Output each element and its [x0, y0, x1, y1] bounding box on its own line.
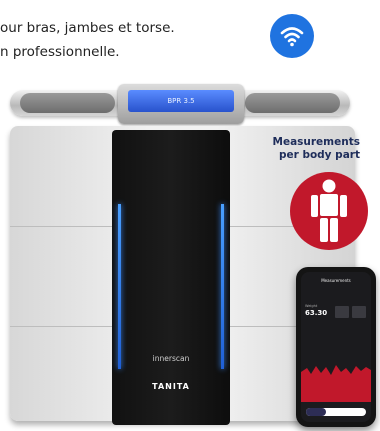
blue-light-strip [221, 204, 224, 369]
app-stat-value: 63.30 [305, 309, 328, 317]
body-composition-scale: BPR 3.5 innerscan TANITA Measurements pe… [0, 70, 380, 431]
body-segments-icon [290, 172, 368, 250]
brand-logo: TANITA [152, 382, 190, 391]
app-toggle-thumb [306, 408, 326, 416]
feature-label-line-2: per body part [278, 149, 360, 161]
left-grip [20, 93, 115, 113]
wifi-icon [270, 14, 314, 58]
lcd-screen: BPR 3.5 [128, 90, 234, 112]
app-stat-label: Weight [305, 304, 318, 308]
caption-line-1: our bras, jambes et torse. [0, 20, 175, 36]
smartphone: Measurements Weight 63.30 [296, 267, 376, 427]
display-unit: BPR 3.5 [118, 84, 244, 124]
right-grip [245, 93, 340, 113]
app-header: Measurements [321, 278, 351, 283]
app-area-chart [301, 365, 371, 402]
app-tile [352, 306, 366, 318]
center-panel: innerscan TANITA [112, 130, 230, 425]
caption-line-2: n professionnelle. [0, 44, 120, 60]
product-name: innerscan [152, 354, 190, 363]
app-tile [335, 306, 349, 318]
feature-label-line-1: Measurements [272, 136, 361, 148]
phone-screen: Measurements Weight 63.30 [301, 272, 371, 422]
blue-light-strip [118, 204, 121, 369]
feature-label: Measurements per body part [248, 136, 361, 162]
caption-text: our bras, jambes et torse. n professionn… [0, 16, 260, 64]
